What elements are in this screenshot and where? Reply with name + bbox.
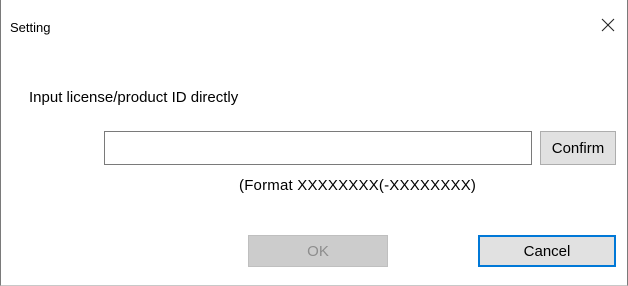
title-bar[interactable]: Setting — [1, 0, 627, 42]
close-icon — [601, 18, 615, 32]
confirm-button[interactable]: Confirm — [540, 131, 616, 165]
prompt-label: Input license/product ID directly — [29, 89, 239, 106]
setting-dialog: Setting Input license/product ID directl… — [0, 0, 628, 286]
window-title: Setting — [10, 20, 51, 35]
close-button[interactable] — [589, 8, 627, 42]
cancel-button[interactable]: Cancel — [478, 235, 616, 267]
license-id-input[interactable] — [104, 131, 532, 165]
dialog-content: Input license/product ID directly Confir… — [1, 42, 627, 285]
format-hint: (Format XXXXXXXX(-XXXXXXXX) — [239, 177, 477, 194]
ok-button[interactable]: OK — [248, 235, 388, 267]
